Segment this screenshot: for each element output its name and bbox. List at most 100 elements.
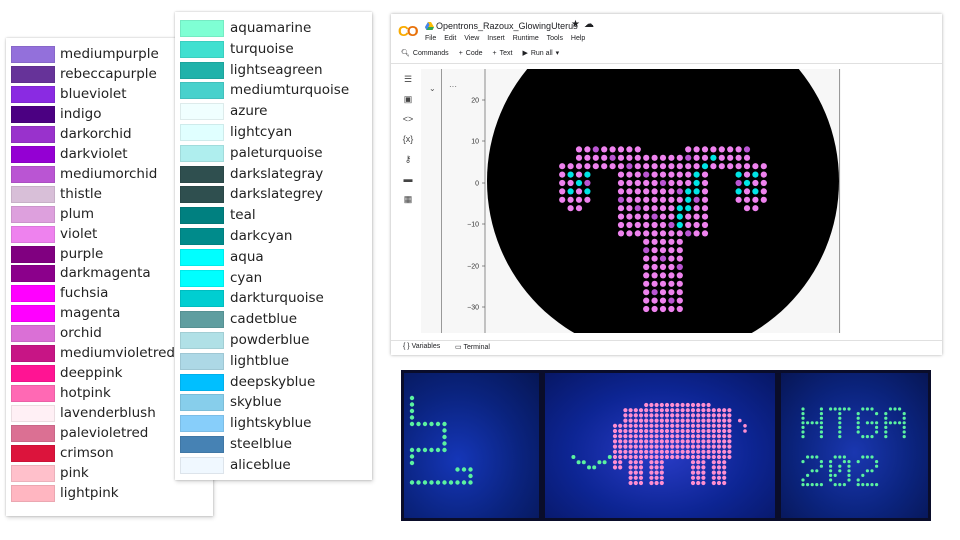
cloud-icon[interactable]: ☁	[584, 19, 594, 30]
color-swatch	[180, 269, 224, 287]
variables-button[interactable]: { } Variables	[403, 343, 440, 350]
star-icon[interactable]: ★	[571, 19, 580, 30]
menu-file[interactable]: File	[425, 35, 436, 42]
variable-inspector-icon[interactable]: {x}	[401, 134, 415, 144]
add-code-button[interactable]: + Code	[459, 50, 483, 57]
led-dot	[838, 416, 842, 420]
led-dot	[722, 439, 727, 444]
add-text-button[interactable]: + Text	[493, 50, 513, 57]
led-dot	[711, 480, 716, 486]
menu-tools[interactable]: Tools	[547, 35, 563, 42]
led-dot	[633, 475, 638, 480]
led-dot	[727, 434, 732, 439]
legend-label: indigo	[60, 105, 102, 122]
plot-dot	[559, 163, 566, 170]
legend-label: blueviolet	[60, 85, 127, 102]
key-icon[interactable]: ⚷	[401, 154, 415, 165]
led-dot	[801, 430, 805, 434]
run-all-button[interactable]: ▶ Run all ▾	[522, 49, 559, 58]
led-dot	[716, 454, 722, 460]
colab-notebook-window: CO Opentrons_Razoux_GlowingUterus ★ ☁ Fi…	[391, 14, 942, 355]
plot-dot	[668, 297, 675, 304]
plot-dot	[575, 196, 583, 203]
led-dot	[706, 454, 711, 460]
plot-dot	[575, 154, 583, 161]
legend-label: cadetblue	[230, 311, 298, 328]
led-dot	[819, 416, 823, 420]
led-dot	[743, 424, 747, 428]
led-dot	[884, 435, 888, 439]
led-dot	[649, 413, 654, 418]
menu-edit[interactable]: Edit	[444, 35, 456, 42]
plot-dot	[584, 188, 591, 195]
led-dot	[461, 467, 467, 472]
y-tick-label: −20	[467, 264, 479, 271]
led-dot	[815, 421, 819, 425]
led-dot	[902, 430, 906, 434]
chevron-down-icon[interactable]: ⌄	[429, 84, 436, 93]
led-dot	[659, 408, 664, 413]
led-dot	[690, 470, 696, 475]
plot-dot	[668, 154, 675, 161]
led-dot	[884, 425, 888, 429]
led-dot	[633, 454, 638, 460]
led-dot	[628, 470, 633, 475]
notebook-title[interactable]: Opentrons_Razoux_GlowingUterus	[436, 21, 578, 31]
led-dot	[435, 421, 441, 427]
toc-icon[interactable]: ☰	[401, 74, 415, 85]
led-dot	[644, 408, 649, 413]
plot-dot	[701, 179, 709, 187]
led-dot	[654, 408, 659, 413]
led-dot	[838, 407, 842, 411]
plot-dot	[626, 146, 633, 153]
plot-dot	[617, 188, 625, 195]
led-dot	[649, 439, 654, 444]
led-dot	[618, 423, 623, 428]
plot-dot	[584, 146, 591, 153]
commands-button[interactable]: 🔍︎ Commands	[401, 49, 449, 58]
plot-dot	[676, 255, 683, 262]
led-dot	[722, 444, 727, 449]
plot-dot	[643, 205, 650, 212]
legend-label: fuchsia	[60, 285, 109, 302]
led-dot	[716, 434, 722, 439]
led-dot	[633, 423, 638, 428]
plot-dot	[693, 205, 700, 212]
legend-label: deeppink	[60, 365, 123, 382]
color-swatch	[180, 415, 224, 433]
plot-dot	[701, 196, 709, 203]
terminal-button[interactable]: ▭ Terminal	[455, 343, 490, 351]
led-dot	[701, 465, 706, 470]
color-swatch	[180, 456, 224, 474]
led-dot	[706, 434, 711, 439]
plot-dot	[643, 272, 650, 279]
legend-label: aquamarine	[230, 20, 312, 36]
folder-icon[interactable]: ▬	[401, 174, 415, 184]
menu-runtime[interactable]: Runtime	[513, 35, 539, 42]
menu-insert[interactable]: Insert	[487, 35, 505, 42]
led-dot	[602, 460, 607, 465]
code-snippets-icon[interactable]: <>	[401, 114, 415, 124]
colab-logo[interactable]: CO	[398, 23, 418, 40]
plot-dot	[567, 205, 574, 212]
plot-dot	[659, 289, 667, 296]
led-dot	[633, 428, 638, 434]
color-swatch	[11, 125, 55, 143]
led-dot	[838, 412, 842, 416]
led-dot	[706, 444, 711, 449]
led-dot	[422, 421, 428, 427]
led-dot	[685, 413, 690, 418]
menu-view[interactable]: View	[464, 35, 479, 42]
find-icon[interactable]: ▣	[401, 94, 415, 105]
led-dot	[696, 428, 701, 434]
led-dot	[856, 478, 860, 482]
led-dot	[888, 407, 892, 411]
toolbar-divider	[391, 63, 942, 64]
table-icon[interactable]: ▦	[401, 194, 415, 205]
led-dot	[838, 469, 842, 473]
plot-dot	[601, 163, 608, 170]
menu-help[interactable]: Help	[571, 35, 585, 42]
led-dot	[633, 418, 638, 423]
plot-dot	[651, 230, 658, 237]
color-swatch	[11, 385, 55, 403]
